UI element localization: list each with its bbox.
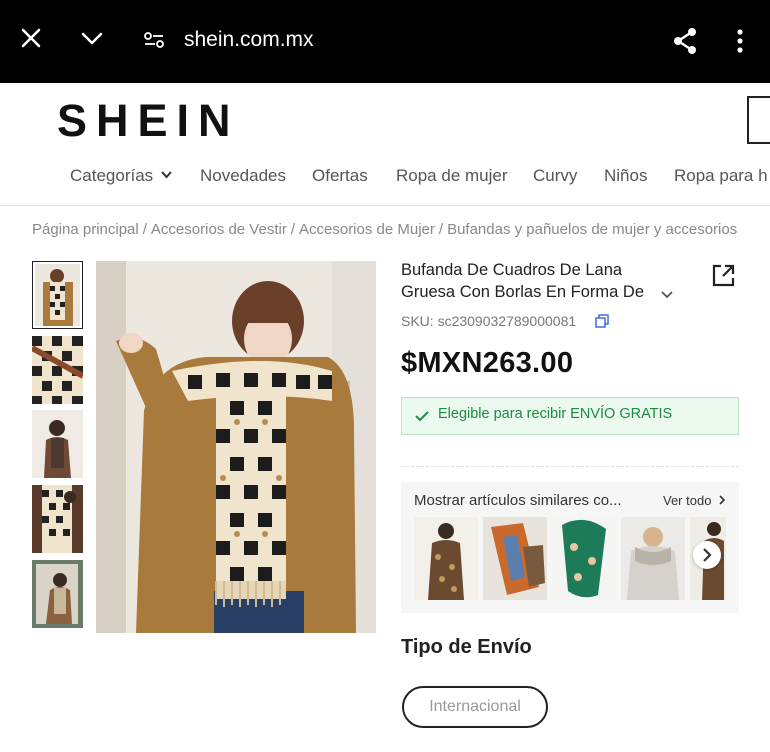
product-thumbnail[interactable] xyxy=(32,410,83,478)
external-link-icon[interactable] xyxy=(711,263,736,288)
section-divider xyxy=(401,466,739,467)
chevron-right-icon xyxy=(703,548,712,562)
nav-item-ropa-de-mujer[interactable]: Ropa de mujer xyxy=(396,166,508,186)
product-thumbnail[interactable] xyxy=(32,560,83,628)
breadcrumb-item[interactable]: Bufandas y pañuelos de mujer y accesorio… xyxy=(447,221,737,238)
category-nav: Categorías Novedades Ofertas Ropa de muj… xyxy=(0,166,770,194)
chevron-right-icon xyxy=(719,495,726,505)
breadcrumb-item[interactable]: Accesorios de Mujer xyxy=(299,221,435,238)
nav-item-ninos[interactable]: Niños xyxy=(604,166,647,186)
similar-item-image[interactable] xyxy=(414,517,478,600)
more-vertical-icon[interactable] xyxy=(734,29,746,53)
similar-item-image[interactable] xyxy=(621,517,685,600)
product-title: Bufanda De Cuadros De Lana Gruesa Con Bo… xyxy=(401,261,645,301)
nav-item-curvy[interactable]: Curvy xyxy=(533,166,577,186)
nav-item-ropa-para-hombre[interactable]: Ropa para h xyxy=(674,166,768,186)
browser-top-bar: shein.com.mx xyxy=(0,0,770,83)
free-shipping-banner: Elegible para recibir ENVÍO GRATIS xyxy=(401,397,739,435)
nav-divider xyxy=(0,205,770,206)
search-box[interactable] xyxy=(747,96,770,144)
nav-item-categorias[interactable]: Categorías xyxy=(70,166,172,186)
carousel-next-button[interactable] xyxy=(693,541,721,569)
url-bar[interactable]: shein.com.mx xyxy=(184,28,314,52)
similar-item-image[interactable] xyxy=(552,517,616,600)
copy-icon[interactable] xyxy=(595,314,609,328)
breadcrumb-item[interactable]: Página principal xyxy=(32,221,139,238)
product-sku: SKU: sc2309032789000081 xyxy=(401,313,577,329)
product-main-image[interactable] xyxy=(96,261,376,633)
check-icon xyxy=(415,411,429,422)
site-settings-icon[interactable] xyxy=(143,29,165,51)
product-thumbnail[interactable] xyxy=(32,336,83,404)
similar-items-section: Mostrar artículos similares co... Ver to… xyxy=(401,482,739,613)
nav-item-ofertas[interactable]: Ofertas xyxy=(312,166,368,186)
chevron-down-icon[interactable] xyxy=(80,28,104,48)
close-icon[interactable] xyxy=(20,27,42,49)
similar-items-title: Mostrar artículos similares co... xyxy=(414,492,622,509)
chevron-down-icon xyxy=(161,171,172,179)
free-shipping-text: Elegible para recibir ENVÍO GRATIS xyxy=(438,406,673,422)
shipping-type-title: Tipo de Envío xyxy=(401,636,532,658)
product-price: $MXN263.00 xyxy=(401,347,574,379)
shein-logo[interactable]: SHEIN xyxy=(57,95,240,147)
breadcrumb: Página principal / Accesorios de Vestir / Ac… xyxy=(32,221,738,238)
share-icon[interactable] xyxy=(672,27,698,55)
breadcrumb-item[interactable]: Accesorios de Vestir xyxy=(151,221,287,238)
product-thumbnail[interactable] xyxy=(32,485,83,553)
product-thumbnail[interactable] xyxy=(32,261,83,329)
chevron-down-icon[interactable] xyxy=(660,290,674,300)
shipping-option-internacional[interactable]: Internacional xyxy=(402,686,548,728)
view-all-link[interactable]: Ver todo xyxy=(663,493,726,508)
similar-item-image[interactable] xyxy=(483,517,547,600)
nav-item-novedades[interactable]: Novedades xyxy=(200,166,286,186)
